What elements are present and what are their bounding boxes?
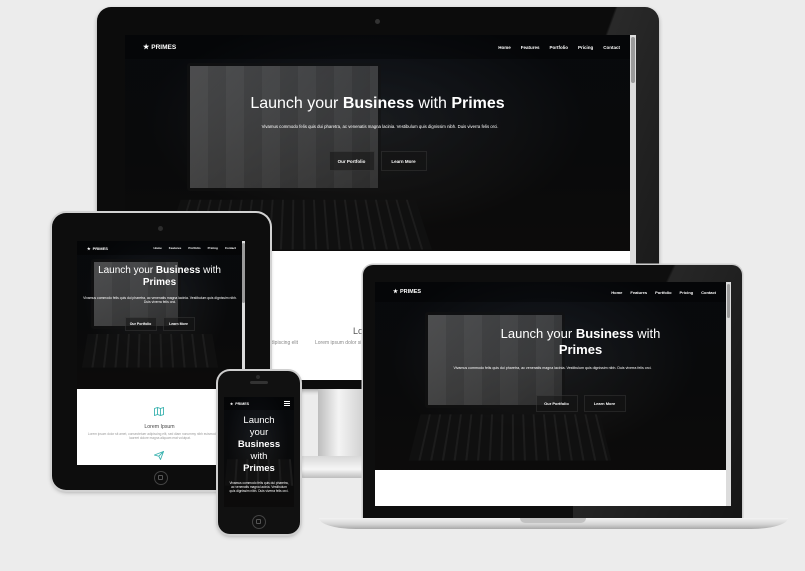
scroll-thumb[interactable] bbox=[631, 37, 635, 83]
hero-overlay bbox=[375, 282, 726, 470]
title-part: with bbox=[413, 95, 452, 112]
paper-plane-icon bbox=[153, 447, 165, 465]
scroll-thumb[interactable] bbox=[727, 284, 730, 318]
desktop-column-2-text: Lorem ipsum dolor si bbox=[315, 340, 362, 346]
tablet-hero-subtitle: Vivamus commodo felis quis dui pharetra,… bbox=[83, 296, 237, 305]
laptop-navbar: ★ PRIMES Home Features Portfolio Pricing… bbox=[375, 282, 726, 302]
nav-portfolio[interactable]: Portfolio bbox=[188, 246, 200, 250]
map-icon bbox=[154, 406, 164, 417]
phone-camera bbox=[256, 375, 260, 379]
title-part: with bbox=[250, 451, 268, 462]
title-part: Launch your bbox=[500, 326, 576, 341]
brand-text: PRIMES bbox=[92, 245, 108, 251]
laptop-hero-buttons: Our Portfolio Learn More bbox=[375, 395, 726, 412]
nav-home[interactable]: Home bbox=[498, 45, 511, 50]
title-part: with bbox=[200, 265, 221, 276]
nav-portfolio[interactable]: Portfolio bbox=[549, 45, 568, 50]
tablet-home-button[interactable] bbox=[154, 471, 168, 485]
feature-text: Lorem ipsum dolor sit amet, consectetuer… bbox=[87, 432, 233, 441]
star-icon: ★ bbox=[393, 289, 398, 295]
title-part: Launch bbox=[243, 415, 275, 426]
laptop-hero-subtitle: Vivamus commodo felis quis dui pharetra,… bbox=[453, 366, 652, 370]
nav-features[interactable]: Features bbox=[169, 246, 182, 250]
laptop-notch bbox=[520, 518, 586, 523]
title-part: Launch your bbox=[250, 95, 343, 112]
laptop-screen: ★ PRIMES Home Features Portfolio Pricing… bbox=[375, 282, 731, 506]
tablet-camera bbox=[158, 226, 163, 231]
brand-text: PRIMES bbox=[235, 401, 250, 406]
scroll-thumb[interactable] bbox=[242, 243, 245, 303]
phone-speaker bbox=[250, 381, 268, 384]
desktop-navbar: ★ PRIMES Home Features Portfolio Pricing… bbox=[125, 35, 630, 59]
nav-contact[interactable]: Contact bbox=[603, 45, 620, 50]
title-bold-business: Business bbox=[155, 265, 201, 276]
tablet-hero-title: Launch your Business with Primes bbox=[77, 265, 242, 289]
phone-hero-title: Launch your Business with Primes bbox=[224, 415, 294, 475]
laptop-scrollbar[interactable] bbox=[726, 282, 731, 506]
laptop-hero: ★ PRIMES Home Features Portfolio Pricing… bbox=[375, 282, 726, 470]
star-icon: ★ bbox=[87, 245, 91, 251]
tablet-brand[interactable]: ★ PRIMES bbox=[87, 246, 108, 251]
learn-more-button[interactable]: Learn More bbox=[380, 151, 427, 171]
nav-portfolio[interactable]: Portfolio bbox=[655, 290, 671, 295]
nav-contact[interactable]: Contact bbox=[701, 290, 716, 295]
nav-pricing[interactable]: Pricing bbox=[208, 246, 218, 250]
nav-contact[interactable]: Contact bbox=[225, 246, 236, 250]
hero-overlay bbox=[77, 241, 242, 389]
monitor-stand-neck bbox=[318, 389, 364, 461]
our-portfolio-button[interactable]: Our Portfolio bbox=[328, 151, 375, 171]
monitor-camera bbox=[375, 19, 380, 24]
nav-features[interactable]: Features bbox=[630, 290, 647, 295]
title-part: your bbox=[249, 427, 269, 438]
desktop-brand[interactable]: ★ PRIMES bbox=[143, 43, 177, 52]
phone-hero-subtitle: Vivamus commodo felis quis dui pharetra,… bbox=[229, 481, 289, 494]
tablet-hero: ★ PRIMES Home Features Portfolio Pricing… bbox=[77, 241, 242, 389]
learn-more-button[interactable]: Learn More bbox=[583, 395, 626, 412]
desktop-hero-title: Launch your Business with Primes bbox=[125, 95, 630, 113]
desktop-column-1-text: adipiscing elit bbox=[268, 340, 299, 346]
phone-home-button[interactable] bbox=[252, 515, 266, 529]
tablet-hero-buttons: Our Portfolio Learn More bbox=[77, 317, 242, 331]
title-bold-primes: Primes bbox=[451, 95, 505, 112]
learn-more-button[interactable]: Learn More bbox=[162, 317, 195, 331]
hamburger-menu-icon[interactable] bbox=[284, 401, 290, 406]
tablet-navbar: ★ PRIMES Home Features Portfolio Pricing… bbox=[77, 241, 242, 255]
our-portfolio-button[interactable]: Our Portfolio bbox=[535, 395, 578, 412]
title-bold-primes: Primes bbox=[243, 463, 275, 474]
phone-navbar: ★ PRIMES bbox=[224, 397, 294, 410]
title-bold-primes: Primes bbox=[142, 277, 177, 288]
phone-brand[interactable]: ★ PRIMES bbox=[230, 402, 249, 406]
title-bold-business: Business bbox=[237, 439, 281, 450]
title-bold-business: Business bbox=[575, 326, 634, 341]
star-icon: ★ bbox=[143, 44, 150, 51]
brand-text: PRIMES bbox=[151, 43, 177, 51]
desktop-menu: Home Features Portfolio Pricing Contact bbox=[498, 45, 620, 50]
title-part: Launch your bbox=[98, 265, 156, 276]
laptop-hero-title: Launch your Business with Primes bbox=[375, 326, 726, 358]
title-part: with bbox=[633, 326, 661, 341]
nav-pricing[interactable]: Pricing bbox=[680, 290, 694, 295]
monitor-stand-base bbox=[298, 456, 368, 478]
title-bold-primes: Primes bbox=[558, 342, 603, 357]
desktop-hero-buttons: Our Portfolio Learn More bbox=[125, 151, 630, 171]
brand-text: PRIMES bbox=[399, 289, 422, 295]
desktop-hero-subtitle: Vivamus commodo felis quis dui pharetra,… bbox=[261, 124, 499, 129]
nav-pricing[interactable]: Pricing bbox=[578, 45, 593, 50]
laptop-menu: Home Features Portfolio Pricing Contact bbox=[611, 290, 716, 295]
tablet-menu: Home Features Portfolio Pricing Contact bbox=[153, 246, 236, 250]
star-icon: ★ bbox=[230, 401, 234, 406]
nav-features[interactable]: Features bbox=[521, 45, 540, 50]
our-portfolio-button[interactable]: Our Portfolio bbox=[124, 317, 157, 331]
phone-screen: ★ PRIMES Launch your Business with Prime… bbox=[224, 397, 294, 507]
nav-home[interactable]: Home bbox=[153, 246, 161, 250]
nav-home[interactable]: Home bbox=[611, 290, 622, 295]
laptop-brand[interactable]: ★ PRIMES bbox=[393, 289, 421, 295]
phone-hero: ★ PRIMES Launch your Business with Prime… bbox=[224, 397, 294, 507]
desktop-section-heading: Lo bbox=[353, 326, 364, 336]
title-bold-business: Business bbox=[342, 95, 414, 112]
